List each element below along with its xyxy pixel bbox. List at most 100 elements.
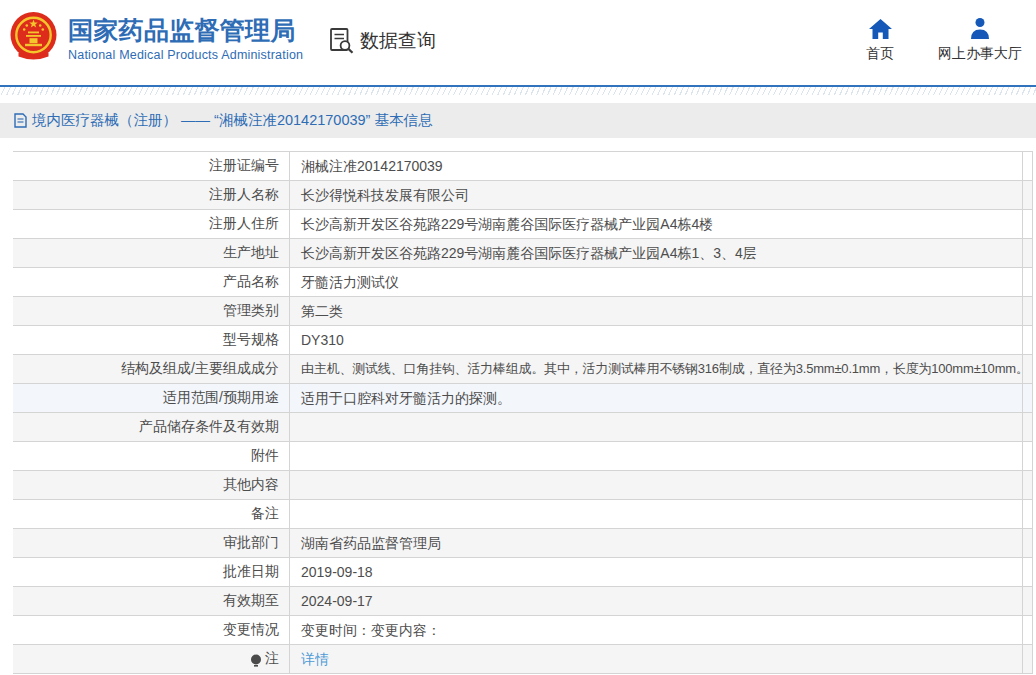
nav-home[interactable]: 首页 bbox=[866, 15, 894, 63]
row-label-text: 管理类别 bbox=[223, 302, 279, 320]
row-label-text: 备注 bbox=[251, 505, 279, 523]
row-value bbox=[290, 500, 1023, 528]
breadcrumb: 境内医疗器械（注册） —— “湘械注准20142170039” 基本信息 bbox=[0, 103, 1036, 138]
row-label-text: 变更情况 bbox=[223, 621, 279, 639]
row-spacer bbox=[1023, 355, 1032, 383]
row-value bbox=[290, 442, 1023, 470]
row-label: 变更情况 bbox=[13, 616, 290, 644]
row-spacer bbox=[1023, 268, 1032, 296]
row-spacer bbox=[1023, 616, 1032, 644]
row-value: 湖南省药品监督管理局 bbox=[290, 529, 1023, 557]
row-label-text: 其他内容 bbox=[223, 476, 279, 494]
row-value bbox=[290, 471, 1023, 499]
breadcrumb-text: 境内医疗器械（注册） —— “湘械注准20142170039” 基本信息 bbox=[32, 111, 432, 130]
row-spacer bbox=[1023, 587, 1032, 615]
table-row: 其他内容 bbox=[13, 471, 1032, 500]
nav-home-label: 首页 bbox=[866, 45, 894, 63]
row-label: 结构及组成/主要组成成分 bbox=[13, 355, 290, 383]
home-icon bbox=[869, 15, 892, 39]
table-row: 适用范围/预期用途适用于口腔科对牙髓活力的探测。 bbox=[13, 384, 1032, 413]
row-value: 湘械注准20142170039 bbox=[290, 152, 1023, 180]
row-label: 产品储存条件及有效期 bbox=[13, 413, 290, 441]
row-label-text: 注册人名称 bbox=[209, 186, 279, 204]
table-row: 产品名称牙髓活力测试仪 bbox=[13, 268, 1032, 297]
nav-service-hall[interactable]: 网上办事大厅 bbox=[938, 15, 1022, 63]
table-row: 注 详情 bbox=[13, 645, 1032, 674]
row-spacer bbox=[1023, 558, 1032, 586]
row-spacer bbox=[1023, 181, 1032, 209]
row-value bbox=[290, 413, 1023, 441]
detail-link[interactable]: 详情 bbox=[301, 651, 329, 667]
row-value: 长沙高新开发区谷苑路229号湖南麓谷国际医疗器械产业园A4栋4楼 bbox=[290, 210, 1023, 238]
table-row: 审批部门湖南省药品监督管理局 bbox=[13, 529, 1032, 558]
row-spacer bbox=[1023, 297, 1032, 325]
row-label: 适用范围/预期用途 bbox=[13, 384, 290, 412]
table-row: 注册人住所长沙高新开发区谷苑路229号湖南麓谷国际医疗器械产业园A4栋4楼 bbox=[13, 210, 1032, 239]
row-label: 注册人名称 bbox=[13, 181, 290, 209]
row-value: 由主机、测试线、口角挂钩、活力棒组成。其中，活力测试棒用不锈钢316制成，直径为… bbox=[290, 355, 1023, 383]
row-spacer bbox=[1023, 500, 1032, 528]
data-query-section: 数据查询 bbox=[328, 27, 436, 54]
row-label-text: 注册证编号 bbox=[209, 157, 279, 175]
row-label: 注 bbox=[13, 645, 290, 673]
row-label-text: 有效期至 bbox=[223, 592, 279, 610]
header-nav: 首页 网上办事大厅 bbox=[822, 15, 1022, 63]
row-label-text: 结构及组成/主要组成成分 bbox=[121, 360, 279, 378]
stripe-band bbox=[0, 87, 1036, 95]
row-spacer bbox=[1023, 442, 1032, 470]
person-icon bbox=[969, 15, 991, 39]
table-row: 变更情况变更时间：变更内容： bbox=[13, 616, 1032, 645]
row-value: 适用于口腔科对牙髓活力的探测。 bbox=[290, 384, 1023, 412]
row-label-text: 注册人住所 bbox=[209, 215, 279, 233]
row-label-text: 生产地址 bbox=[223, 244, 279, 262]
row-label-text: 批准日期 bbox=[223, 563, 279, 581]
table-row: 批准日期 2019-09-18 bbox=[13, 558, 1032, 587]
document-icon bbox=[14, 113, 27, 128]
row-label: 有效期至 bbox=[13, 587, 290, 615]
row-label: 注册证编号 bbox=[13, 152, 290, 180]
table-row: 管理类别第二类 bbox=[13, 297, 1032, 326]
row-label: 审批部门 bbox=[13, 529, 290, 557]
registration-info-table: 注册证编号湘械注准20142170039注册人名称长沙得悦科技发展有限公司注册人… bbox=[13, 151, 1033, 674]
row-label-text: 型号规格 bbox=[223, 331, 279, 349]
row-label: 型号规格 bbox=[13, 326, 290, 354]
row-value: 长沙高新开发区谷苑路229号湖南麓谷国际医疗器械产业园A4栋1、3、4层 bbox=[290, 239, 1023, 267]
row-spacer bbox=[1023, 645, 1032, 673]
row-value: 第二类 bbox=[290, 297, 1023, 325]
table-row: 注册证编号湘械注准20142170039 bbox=[13, 152, 1032, 181]
row-spacer bbox=[1023, 210, 1032, 238]
row-label-text: 适用范围/预期用途 bbox=[163, 389, 279, 407]
row-label-text: 产品名称 bbox=[223, 273, 279, 291]
row-spacer bbox=[1023, 152, 1032, 180]
bulb-icon bbox=[250, 654, 262, 667]
table-row: 生产地址长沙高新开发区谷苑路229号湖南麓谷国际医疗器械产业园A4栋1、3、4层 bbox=[13, 239, 1032, 268]
row-spacer bbox=[1023, 471, 1032, 499]
row-value: 详情 bbox=[290, 645, 1023, 673]
row-label-text: 产品储存条件及有效期 bbox=[139, 418, 279, 436]
row-label: 生产地址 bbox=[13, 239, 290, 267]
table-row: 注册人名称长沙得悦科技发展有限公司 bbox=[13, 181, 1032, 210]
row-label: 管理类别 bbox=[13, 297, 290, 325]
row-label-text: 附件 bbox=[251, 447, 279, 465]
table-row: 附件 bbox=[13, 442, 1032, 471]
row-label: 产品名称 bbox=[13, 268, 290, 296]
table-row: 备注 bbox=[13, 500, 1032, 529]
table-row: 结构及组成/主要组成成分由主机、测试线、口角挂钩、活力棒组成。其中，活力测试棒用… bbox=[13, 355, 1032, 384]
row-label: 备注 bbox=[13, 500, 290, 528]
nav-service-hall-label: 网上办事大厅 bbox=[938, 45, 1022, 63]
row-value: 长沙得悦科技发展有限公司 bbox=[290, 181, 1023, 209]
table-row: 产品储存条件及有效期 bbox=[13, 413, 1032, 442]
row-spacer bbox=[1023, 239, 1032, 267]
row-label: 注册人住所 bbox=[13, 210, 290, 238]
row-value: 2019-09-18 bbox=[290, 558, 1023, 586]
row-label-text: 注 bbox=[265, 650, 279, 668]
table-row: 型号规格DY310 bbox=[13, 326, 1032, 355]
row-label: 批准日期 bbox=[13, 558, 290, 586]
data-query-label: 数据查询 bbox=[360, 28, 436, 54]
row-label: 附件 bbox=[13, 442, 290, 470]
row-spacer bbox=[1023, 326, 1032, 354]
header: 国家药品监督管理局 National Medical Products Admi… bbox=[0, 0, 1036, 85]
row-value: 变更时间：变更内容： bbox=[290, 616, 1023, 644]
row-label-text: 审批部门 bbox=[223, 534, 279, 552]
row-spacer bbox=[1023, 529, 1032, 557]
